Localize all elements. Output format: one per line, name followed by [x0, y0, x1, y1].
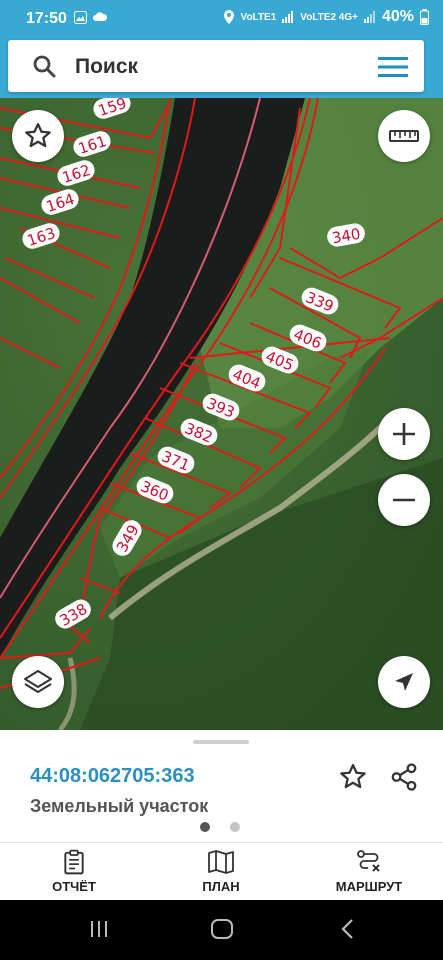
tab-report[interactable]: ОТЧЁТ — [14, 849, 134, 894]
route-icon — [357, 850, 380, 872]
image-notification-icon — [74, 11, 87, 24]
report-icon — [64, 849, 84, 875]
back-icon[interactable] — [338, 918, 358, 940]
search-bar[interactable]: Поиск — [8, 40, 424, 92]
sheet-drag-handle[interactable] — [193, 740, 249, 744]
network-1-label: VoLTE1 — [240, 11, 277, 23]
system-navigation-bar — [0, 900, 443, 960]
satellite-map[interactable]: 159161162164163 3403394064054043933823713… — [0, 98, 443, 730]
layers-icon — [24, 670, 52, 693]
map-view[interactable]: 159 161 162 164 163 340 339 406 405 404 393 382 371 3… — [0, 98, 443, 730]
status-bar: 17:50 VoLTE1 VoLTE2 4G+ 40% — [0, 0, 443, 36]
signal-1-icon — [282, 11, 294, 23]
zoom-out-button[interactable] — [378, 474, 430, 526]
tab-plan[interactable]: ПЛАН — [161, 849, 281, 894]
battery-percent: 40% — [381, 8, 414, 25]
status-time: 17:50 — [26, 10, 67, 27]
star-outline-icon — [25, 123, 51, 148]
search-input[interactable]: Поиск — [75, 55, 138, 79]
map-plan-icon — [208, 850, 234, 874]
pager-dot — [230, 822, 240, 832]
favorite-star-icon[interactable] — [338, 762, 368, 792]
bottom-tab-bar: ОТЧЁТ ПЛАН МАРШРУТ — [0, 842, 443, 901]
menu-icon[interactable] — [378, 56, 408, 78]
pager-dots — [200, 822, 240, 832]
tab-route[interactable]: МАРШРУТ — [309, 849, 429, 894]
tab-route-label: МАРШРУТ — [335, 879, 403, 894]
home-icon[interactable] — [210, 918, 234, 940]
search-header: Поиск — [0, 36, 443, 98]
cloud-notification-icon — [93, 12, 107, 21]
battery-icon — [420, 9, 429, 25]
parcel-info-sheet[interactable]: 44:08:062705:363 Земельный участок — [0, 730, 443, 842]
pager-dot — [200, 822, 210, 832]
tab-report-label: ОТЧЁТ — [52, 879, 96, 894]
my-location-button[interactable] — [378, 656, 430, 708]
signal-2-icon — [363, 11, 375, 23]
plus-icon — [393, 423, 415, 445]
tab-plan-label: ПЛАН — [202, 879, 240, 894]
cadastral-number: 44:08:062705:363 — [30, 765, 195, 787]
location-icon — [223, 10, 234, 24]
zoom-in-button[interactable] — [378, 408, 430, 460]
network-2-label: VoLTE2 4G+ — [300, 11, 358, 23]
ruler-measure-button[interactable] — [378, 110, 430, 162]
ruler-icon — [389, 130, 419, 142]
search-icon — [33, 55, 56, 78]
share-icon[interactable] — [389, 762, 419, 792]
navigation-arrow-icon — [395, 673, 413, 691]
parcel-type: Земельный участок — [30, 796, 209, 816]
minus-icon — [393, 498, 415, 502]
recent-apps-icon[interactable] — [88, 918, 110, 940]
layers-button[interactable] — [12, 656, 64, 708]
favorite-map-button[interactable] — [12, 110, 64, 162]
